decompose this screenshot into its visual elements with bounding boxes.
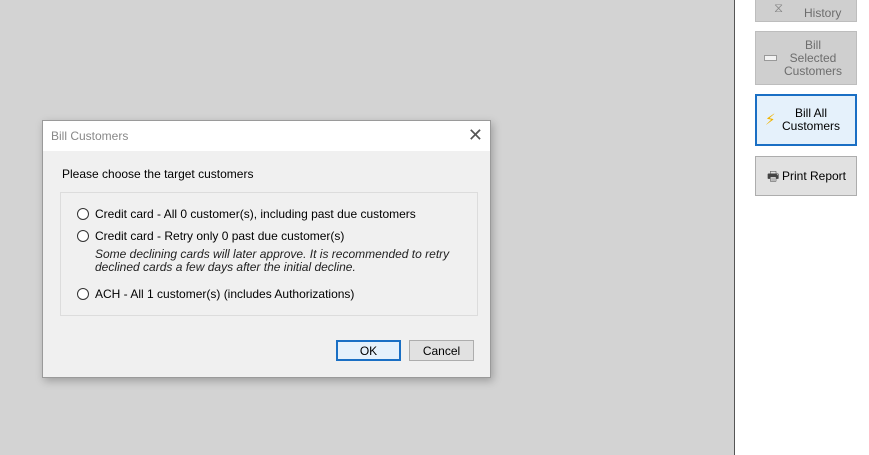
bill-all-customers-button[interactable]: ⚡ Bill All Customers — [755, 94, 857, 146]
close-icon[interactable]: ✕ — [468, 125, 483, 145]
option-label: ACH - All 1 customer(s) (includes Author… — [95, 287, 355, 301]
print-report-label: Print Report — [781, 168, 847, 183]
cancel-button[interactable]: Cancel — [409, 340, 474, 361]
option-label: Credit card - All 0 customer(s), includi… — [95, 207, 416, 221]
bill-selected-icon — [764, 55, 777, 61]
dialog-titlebar: Bill Customers ✕ — [43, 121, 490, 151]
printer-icon: 🖶 — [767, 168, 780, 184]
history-label: History — [804, 6, 842, 20]
bill-selected-customers-button[interactable]: Bill Selected Customers — [755, 31, 857, 85]
radio-ach-all[interactable] — [77, 288, 89, 300]
dialog-prompt: Please choose the target customers — [62, 167, 254, 181]
bill-all-label: Bill All Customers — [781, 106, 840, 133]
option-ach-all[interactable]: ACH - All 1 customer(s) (includes Author… — [77, 287, 354, 301]
side-panel: ⧖ History Bill Selected Customers ⚡ Bill… — [734, 0, 869, 455]
lightning-icon: ⚡ — [765, 111, 776, 129]
radio-credit-card-all[interactable] — [77, 208, 89, 220]
ok-button[interactable]: OK — [336, 340, 401, 361]
bill-selected-label: Bill Selected Customers — [783, 37, 842, 78]
target-options-group: Credit card - All 0 customer(s), includi… — [60, 192, 478, 316]
history-button[interactable]: ⧖ History — [755, 0, 857, 22]
bill-customers-dialog: Bill Customers ✕ Please choose the targe… — [42, 120, 491, 378]
retry-note: Some declining cards will later approve.… — [95, 247, 450, 274]
option-credit-card-retry[interactable]: Credit card - Retry only 0 past due cust… — [77, 229, 344, 243]
print-report-button[interactable]: 🖶 Print Report — [755, 156, 857, 196]
option-label: Credit card - Retry only 0 past due cust… — [95, 229, 345, 243]
option-credit-card-all[interactable]: Credit card - All 0 customer(s), includi… — [77, 207, 416, 221]
dialog-title: Bill Customers — [51, 129, 129, 143]
radio-credit-card-retry[interactable] — [77, 230, 89, 242]
history-icon: ⧖ — [774, 0, 784, 15]
